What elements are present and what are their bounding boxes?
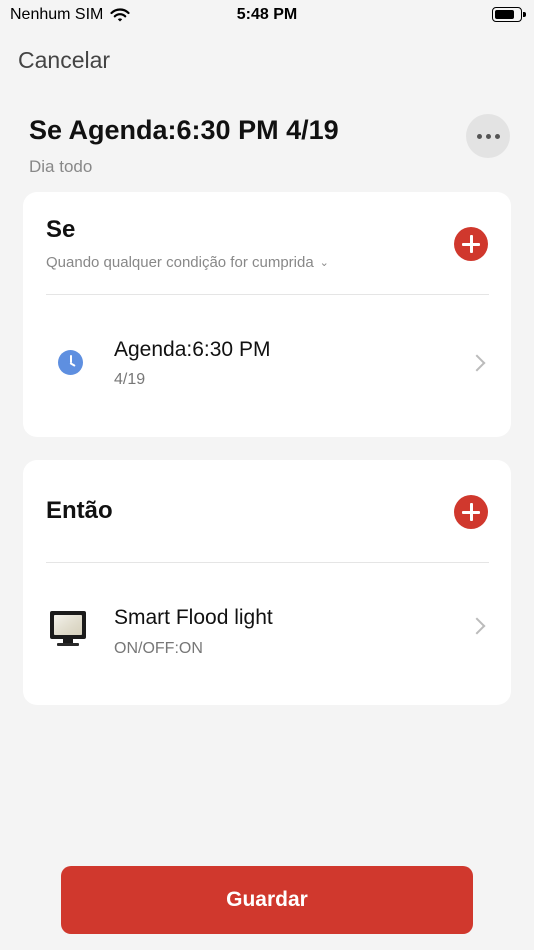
chevron-right-icon [468, 617, 486, 635]
more-dot-icon [494, 133, 500, 139]
cancel-button[interactable]: Cancelar [18, 47, 110, 74]
condition-mode-label: Quando qualquer condição for cumprida [46, 254, 314, 271]
chevron-right-icon [468, 354, 486, 372]
action-title: Smart Flood light [114, 606, 273, 629]
divider [46, 562, 489, 563]
condition-mode-selector[interactable]: Quando qualquer condição for cumprida ⌄ [46, 254, 329, 271]
battery-icon [492, 7, 526, 22]
more-dot-icon [476, 133, 482, 139]
condition-title: Agenda:6:30 PM [114, 338, 271, 361]
then-section-title: Então [46, 497, 113, 524]
action-subtitle: ON/OFF:ON [114, 640, 203, 657]
condition-item[interactable]: Agenda:6:30 PM 4/19 [23, 318, 511, 408]
more-options-button[interactable] [466, 114, 510, 158]
then-action-card: Então Smart Flood light ON/OFF:ON [23, 460, 511, 705]
status-bar: Nenhum SIM 5:48 PM [0, 0, 534, 32]
add-condition-button[interactable] [454, 227, 488, 261]
condition-subtitle: 4/19 [114, 371, 146, 388]
page-title: Se Agenda:6:30 PM 4/19 [29, 115, 339, 145]
if-section-title: Se [46, 216, 76, 243]
more-dot-icon [485, 133, 491, 139]
chevron-down-icon: ⌄ [319, 257, 329, 269]
save-button[interactable]: Guardar [61, 866, 473, 934]
status-time: 5:48 PM [236, 6, 298, 23]
action-item[interactable]: Smart Flood light ON/OFF:ON [23, 584, 511, 674]
divider [46, 294, 489, 295]
page-subtitle: Dia todo [29, 157, 93, 176]
if-condition-card: Se Quando qualquer condição for cumprida… [23, 192, 511, 437]
flood-light-icon [50, 611, 86, 646]
add-action-button[interactable] [454, 495, 488, 529]
clock-icon [58, 350, 83, 375]
